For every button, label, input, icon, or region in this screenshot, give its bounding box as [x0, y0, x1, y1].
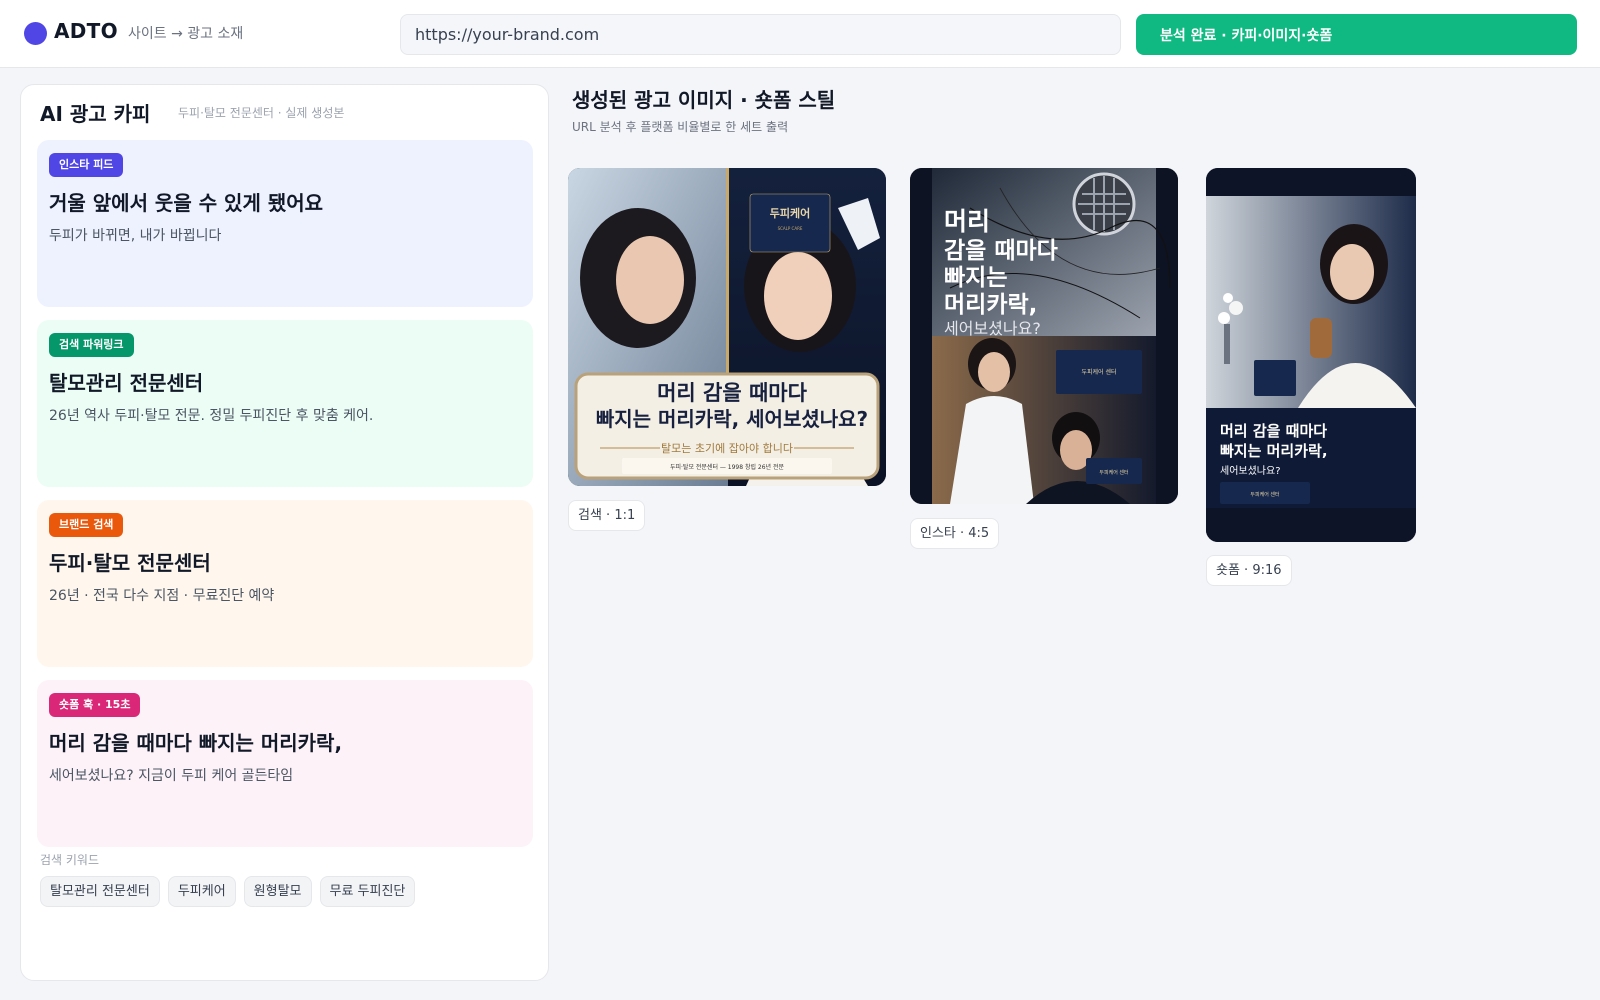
copy-headline: 탈모관리 전문센터 — [49, 371, 204, 395]
platform-badge: 검색 파워링크 — [49, 333, 134, 357]
ad-image-instagram-portrait[interactable]: 머리 감을 때마다 빠지는 머리카락, 세어보셨나요? 두피케어 센터 두피케어… — [910, 168, 1178, 504]
image-headline-line: 머리 감을 때마다 — [1220, 422, 1327, 440]
logo-mark-icon — [24, 22, 47, 45]
keyword-chip[interactable]: 두피케어 — [167, 876, 236, 907]
image-headline-line: 빠지는 — [944, 265, 1007, 291]
image-headline-line: 빠지는 머리카락, 세어보셨나요? — [596, 407, 868, 431]
gallery-subtitle: URL 분석 후 플랫폼 비율별로 한 세트 출력 — [572, 120, 789, 134]
panel-brand-sub: SCALP CARE — [778, 226, 803, 231]
copy-card-shortform-hook[interactable]: 숏폼 훅 · 15초 머리 감을 때마다 빠지는 머리카락, 세어보셨나요? 지… — [37, 680, 533, 847]
ad-copy-panel: AI 광고 카피 두피·탈모 전문센터 · 실제 생성본 인스타 피드 거울 앞… — [20, 84, 549, 981]
copy-headline: 두피·탈모 전문센터 — [49, 551, 211, 575]
image-headline-line: 감을 때마다 — [944, 238, 1058, 264]
image-sign: 두피케어 센터 — [1081, 368, 1116, 376]
image-footer: 두피·탈모 전문센터 — 1998 창립 26년 전문 — [670, 463, 784, 471]
analysis-status-button[interactable]: 분석 완료 · 카피·이미지·숏폼 — [1136, 14, 1577, 55]
logo-text[interactable]: ADTO — [54, 19, 118, 43]
ad-image-search-square[interactable]: 두피케어 SCALP CARE 머리 감을 때마다 빠지는 머리카락, 세어보셨… — [568, 168, 886, 486]
image-headline-line: 세어보셨나요? — [1220, 465, 1281, 477]
copy-card-brand-search[interactable]: 브랜드 검색 두피·탈모 전문센터 26년 · 전국 다수 지점 · 무료진단 … — [37, 500, 533, 667]
copy-body: 26년 역사 두피·탈모 전문. 정밀 두피진단 후 맞춤 케어. — [49, 408, 374, 424]
ad-image-art: 머리 감을 때마다 빠지는 머리카락, 세어보셨나요? 두피케어 센터 — [1206, 168, 1416, 542]
ad-image-art: 두피케어 SCALP CARE 머리 감을 때마다 빠지는 머리카락, 세어보셨… — [568, 168, 886, 486]
top-bar: ADTO 사이트 → 광고 소재 분석 완료 · 카피·이미지·숏폼 — [0, 0, 1600, 68]
image-sign: 두피케어 센터 — [1250, 491, 1279, 498]
ad-image-shortform-vertical[interactable]: 머리 감을 때마다 빠지는 머리카락, 세어보셨나요? 두피케어 센터 — [1206, 168, 1416, 542]
image-headline-line: 빠지는 머리카락, — [1220, 442, 1328, 460]
platform-badge: 인스타 피드 — [49, 153, 124, 177]
panel-brand: 두피케어 — [770, 206, 810, 220]
gallery-title: 생성된 광고 이미지 · 숏폼 스틸 — [572, 88, 836, 112]
ratio-label-square: 검색 · 1:1 — [568, 500, 646, 531]
copy-headline: 머리 감을 때마다 빠지는 머리카락, — [49, 731, 343, 755]
keywords-label: 검색 키워드 — [40, 853, 100, 867]
panel-title: AI 광고 카피 — [40, 102, 151, 126]
platform-badge: 숏폼 훅 · 15초 — [49, 693, 141, 717]
ratio-label-portrait: 인스타 · 4:5 — [910, 518, 1000, 549]
image-headline-line: 세어보셨나요? — [944, 319, 1041, 338]
copy-card-instagram-feed[interactable]: 인스타 피드 거울 앞에서 웃을 수 있게 됐어요 두피가 바뀌면, 내가 바뀝… — [37, 140, 533, 307]
image-headline-line: 머리 — [944, 207, 990, 236]
copy-body: 세어보셨나요? 지금이 두피 케어 골든타임 — [49, 768, 294, 784]
image-sign: 두피케어 센터 — [1099, 469, 1128, 476]
image-tagline: 탈모는 초기에 잡아야 합니다 — [661, 442, 793, 455]
image-headline-line: 머리카락, — [944, 292, 1037, 318]
keyword-chip[interactable]: 탈모관리 전문센터 — [40, 876, 160, 907]
keyword-chip[interactable]: 원형탈모 — [243, 876, 312, 907]
keyword-chip-list: 탈모관리 전문센터 두피케어 원형탈모 무료 두피진단 — [40, 876, 416, 907]
copy-body: 두피가 바뀌면, 내가 바뀝니다 — [49, 228, 222, 244]
copy-card-search-powerlink[interactable]: 검색 파워링크 탈모관리 전문센터 26년 역사 두피·탈모 전문. 정밀 두피… — [37, 320, 533, 487]
keyword-chip[interactable]: 무료 두피진단 — [319, 876, 416, 907]
copy-headline: 거울 앞에서 웃을 수 있게 됐어요 — [49, 191, 324, 215]
breadcrumb: 사이트 → 광고 소재 — [128, 26, 244, 42]
ad-image-art: 머리 감을 때마다 빠지는 머리카락, 세어보셨나요? 두피케어 센터 두피케어… — [910, 168, 1178, 504]
ratio-label-vertical: 숏폼 · 9:16 — [1206, 555, 1292, 586]
image-headline-line: 머리 감을 때마다 — [657, 381, 808, 405]
copy-body: 26년 · 전국 다수 지점 · 무료진단 예약 — [49, 588, 275, 604]
url-input[interactable] — [400, 14, 1121, 55]
panel-subtitle: 두피·탈모 전문센터 · 실제 생성본 — [178, 106, 345, 120]
platform-badge: 브랜드 검색 — [49, 513, 124, 537]
